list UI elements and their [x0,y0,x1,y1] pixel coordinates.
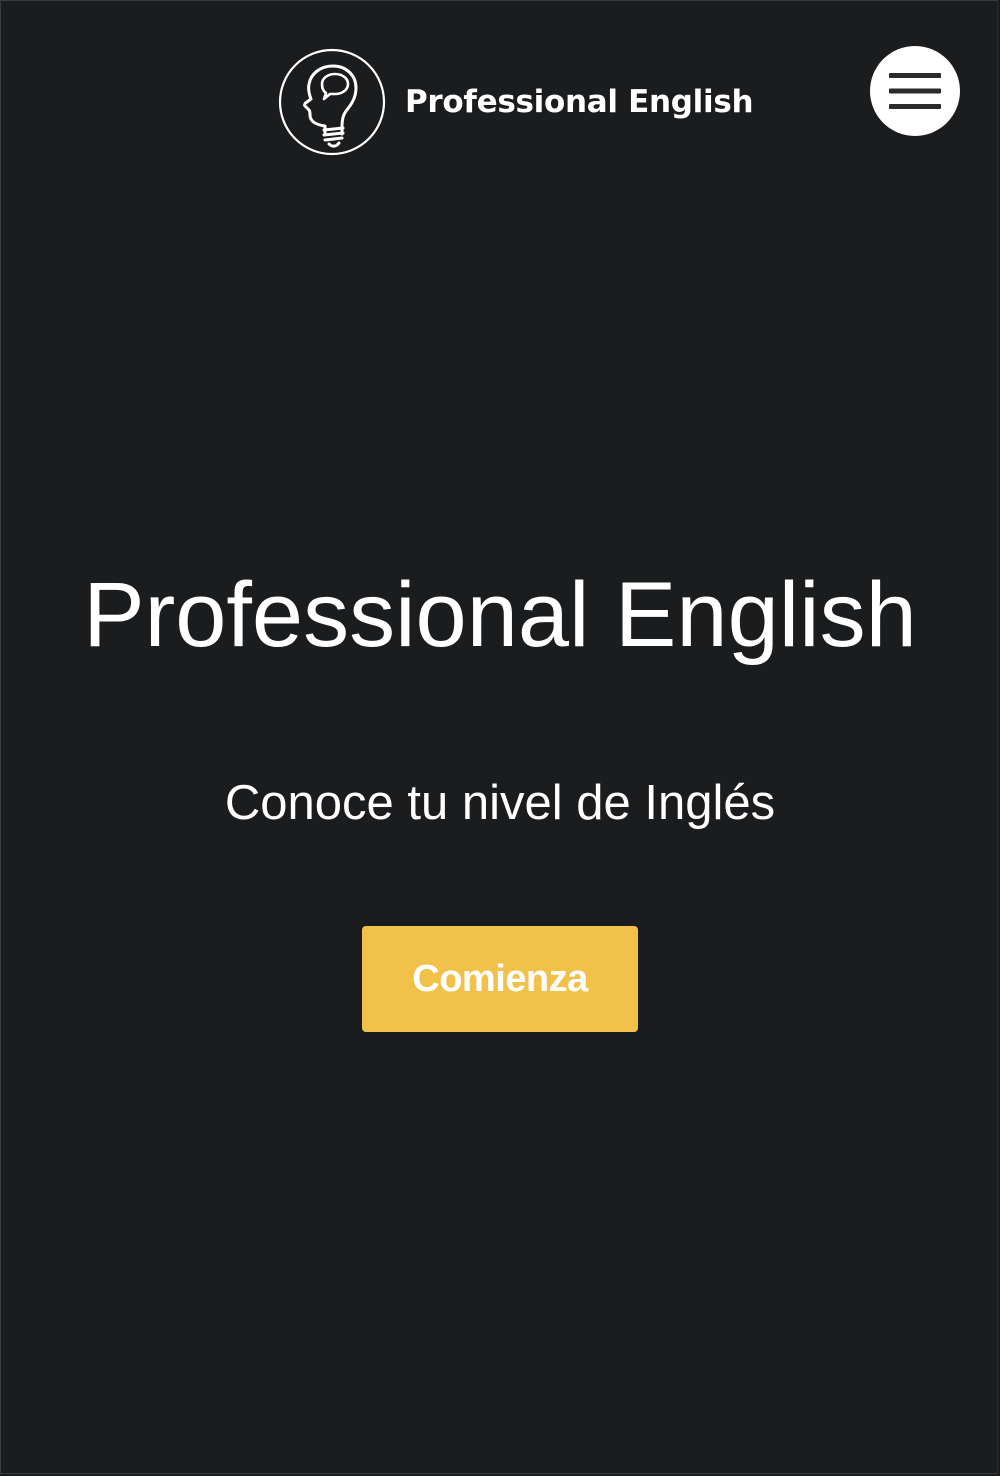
page-background [0,0,998,1474]
hamburger-menu-icon [889,73,941,109]
logo [278,48,386,156]
start-button[interactable]: Comienza [362,926,638,1032]
brand-name: Professional English [405,84,754,120]
hero-subtitle: Conoce tu nivel de Inglés [224,776,776,830]
lightbulb-head-speech-icon [278,48,386,156]
site-header: Professional English [0,0,1000,200]
hero-title: Professional English [83,564,917,666]
menu-button[interactable] [870,46,960,136]
brand-home-link[interactable]: Professional English [278,48,754,156]
